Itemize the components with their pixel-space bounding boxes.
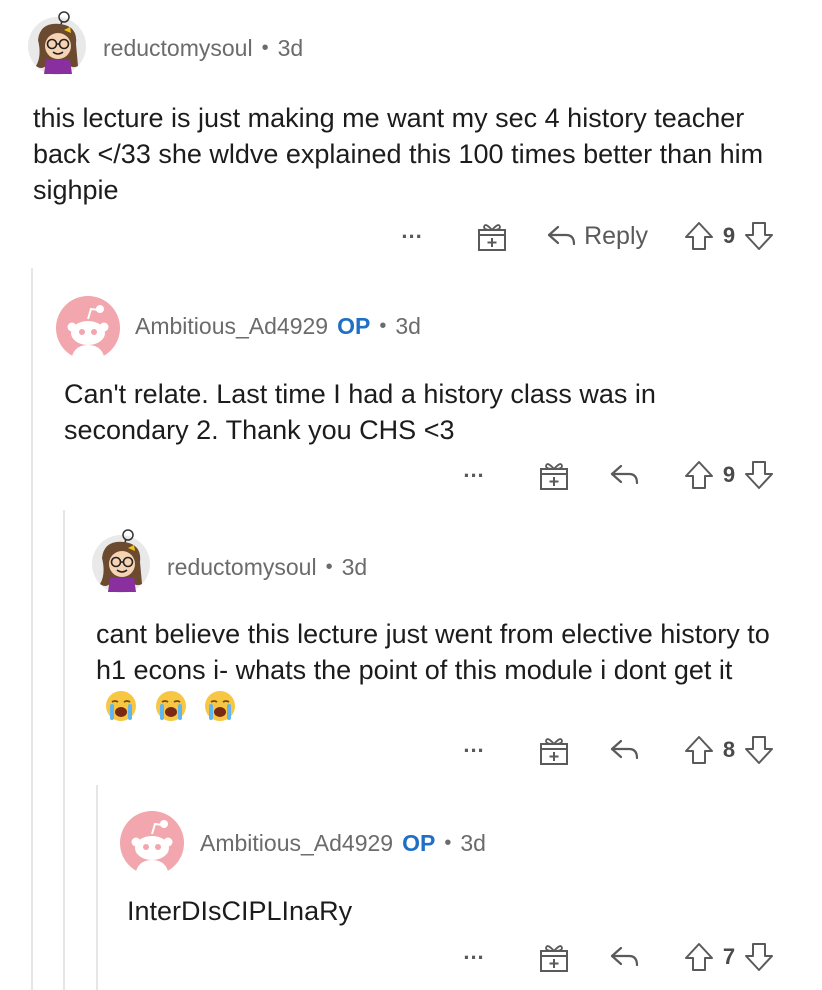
vote-score: 9 xyxy=(722,462,736,487)
comment-age: 3d xyxy=(341,554,368,580)
upvote-arrow-icon xyxy=(685,736,713,764)
award-button[interactable] xyxy=(472,216,512,256)
downvote-button[interactable] xyxy=(742,457,776,493)
comment-age: 3d xyxy=(395,313,421,339)
avatar[interactable] xyxy=(55,295,121,361)
comment-age: 3d xyxy=(460,830,486,856)
reply-button[interactable] xyxy=(608,730,648,770)
reply-label: Reply xyxy=(584,221,648,250)
username[interactable]: reductomysoul xyxy=(167,554,317,581)
reply-button[interactable] xyxy=(608,937,648,977)
award-button[interactable] xyxy=(534,730,574,770)
reply-button[interactable] xyxy=(608,455,648,495)
thread-line-level-1[interactable] xyxy=(31,268,33,990)
upvote-arrow-icon xyxy=(685,222,713,250)
thread-line-level-2[interactable] xyxy=(63,510,65,990)
comment-age: 3d xyxy=(277,35,304,61)
award-button[interactable] xyxy=(534,455,574,495)
cartoon-girl-avatar-icon xyxy=(92,529,150,593)
avatar[interactable] xyxy=(24,10,90,76)
separator-dot: • xyxy=(444,832,452,854)
upvote-button[interactable] xyxy=(682,939,716,975)
separator-dot: • xyxy=(325,556,333,578)
reply-arrow-icon xyxy=(610,464,639,485)
op-badge: OP xyxy=(337,313,371,339)
avatar[interactable] xyxy=(119,810,185,876)
snoo-avatar-icon xyxy=(120,811,184,876)
downvote-button[interactable] xyxy=(742,939,776,975)
more-options-button[interactable]: ... xyxy=(454,457,494,483)
comment-body: this lecture is just making me want my s… xyxy=(33,103,764,205)
username[interactable]: Ambitious_Ad4929 xyxy=(200,830,393,857)
comment-actions: ... 7 xyxy=(454,937,776,977)
downvote-arrow-icon xyxy=(745,222,773,250)
comment-header: Ambitious_Ad4929 OP • 3d xyxy=(135,313,421,340)
comment-body: cant believe this lecture just went from… xyxy=(96,619,770,685)
downvote-button[interactable] xyxy=(742,218,776,254)
username[interactable]: Ambitious_Ad4929 xyxy=(135,313,328,340)
more-options-button[interactable]: ... xyxy=(454,732,494,758)
reply-arrow-icon xyxy=(610,946,639,967)
upvote-button[interactable] xyxy=(682,732,716,768)
award-button[interactable] xyxy=(534,937,574,977)
thread-line-level-3[interactable] xyxy=(96,785,98,990)
more-options-button[interactable]: ... xyxy=(454,939,494,965)
downvote-arrow-icon xyxy=(745,943,773,971)
downvote-button[interactable] xyxy=(742,732,776,768)
gift-icon xyxy=(478,224,507,251)
crying-face-emoji-icon xyxy=(155,691,186,721)
crying-face-emoji-icon xyxy=(106,691,136,721)
avatar[interactable] xyxy=(88,528,154,594)
downvote-arrow-icon xyxy=(745,461,773,489)
comment-header: Ambitious_Ad4929 OP • 3d xyxy=(200,830,486,857)
upvote-arrow-icon xyxy=(685,461,713,489)
snoo-avatar-icon xyxy=(56,296,120,361)
gift-icon xyxy=(540,738,568,765)
upvote-arrow-icon xyxy=(685,943,713,971)
op-badge: OP xyxy=(402,830,436,856)
vote-score: 7 xyxy=(722,944,736,969)
upvote-button[interactable] xyxy=(682,218,716,254)
comment-actions: ... Reply 9 xyxy=(392,216,776,256)
comment-actions: ... 8 xyxy=(454,730,776,770)
comment-header: reductomysoul • 3d xyxy=(103,35,303,62)
comment-body: Can't relate. Last time I had a history … xyxy=(64,379,656,445)
upvote-button[interactable] xyxy=(682,457,716,493)
crying-face-emoji-icon xyxy=(205,691,236,721)
vote-score: 9 xyxy=(722,223,736,248)
comment-header: reductomysoul • 3d xyxy=(167,554,367,581)
downvote-arrow-icon xyxy=(745,736,773,764)
comment-body-container: cant believe this lecture just went from… xyxy=(96,616,776,724)
separator-dot: • xyxy=(379,315,387,337)
separator-dot: • xyxy=(261,37,269,59)
reply-arrow-icon xyxy=(547,225,576,246)
cartoon-girl-avatar-icon xyxy=(28,11,86,75)
gift-icon xyxy=(540,945,568,972)
comment-actions: ... 9 xyxy=(454,455,776,495)
more-options-button[interactable]: ... xyxy=(392,218,432,244)
gift-icon xyxy=(540,463,568,490)
vote-score: 8 xyxy=(722,737,736,762)
reply-button[interactable]: Reply xyxy=(546,216,648,256)
username[interactable]: reductomysoul xyxy=(103,35,253,62)
comment-body: InterDIsCIPLInaRy xyxy=(127,896,353,926)
reply-arrow-icon xyxy=(610,739,639,760)
